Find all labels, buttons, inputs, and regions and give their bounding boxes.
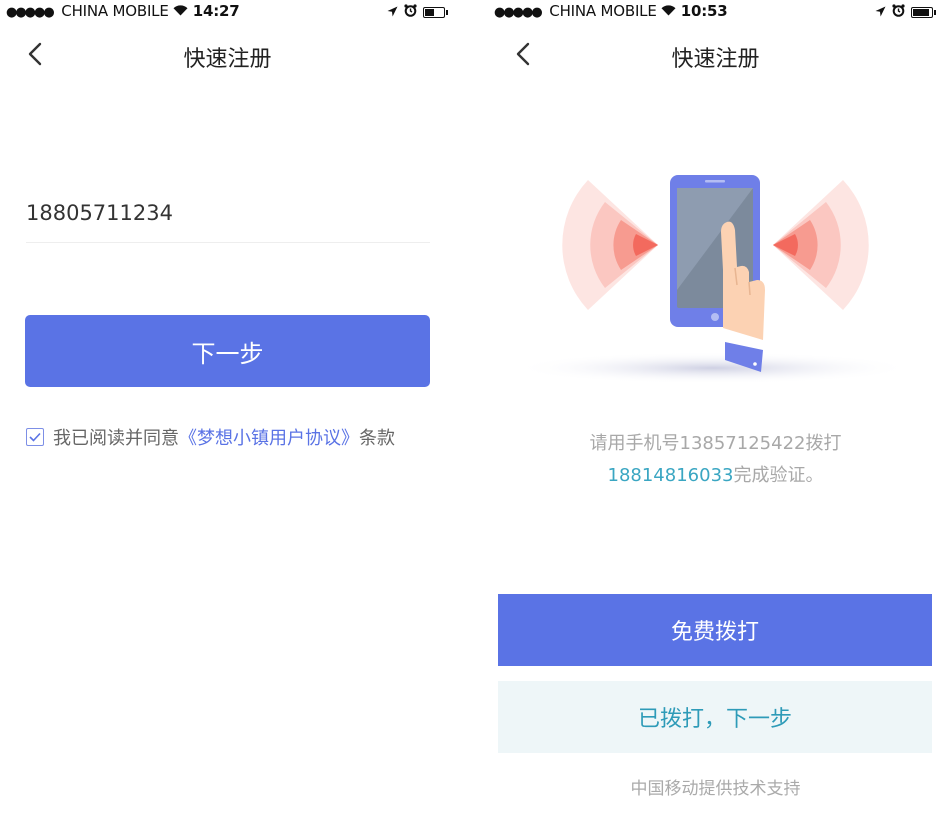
status-time: 10:53 [680,2,728,20]
status-bar: ●●●●● CHINA MOBILE 14:27 [0,0,455,22]
page-title: 快速注册 [183,47,272,72]
register-screen-phone: ●●●●● CHINA MOBILE 14:27 快速注册 1880571123… [0,0,455,816]
phone-number-input[interactable]: 18805711234 [26,185,430,243]
agreement-prefix: 我已阅读并同意 [53,428,179,449]
right-signal-waves-icon [773,180,869,310]
agreement-checkbox[interactable] [26,428,44,446]
status-time: 14:27 [192,2,240,20]
wifi-icon [173,2,193,20]
instruction-line-2: 18814816033完成验证。 [488,460,943,492]
carrier-name: CHINA MOBILE [549,2,657,20]
free-call-button[interactable]: 免费拨打 [498,594,932,666]
verification-phone-number: 18814816033 [607,465,734,486]
checkmark-icon [29,432,41,442]
instruction-suffix: 完成验证。 [733,465,824,486]
register-screen-call-verify: ●●●●● CHINA MOBILE 10:53 快速注册 请用手机号13857… [488,0,943,816]
battery-icon [423,6,448,18]
signal-strength-icon: ●●●●● [494,5,543,20]
agreement-row: 我已阅读并同意 《梦想小镇用户协议》 条款 [26,424,395,450]
signal-strength-icon: ●●●●● [6,5,55,20]
phone-call-illustration [513,150,913,390]
agreement-suffix: 条款 [359,428,395,449]
next-step-button[interactable]: 下一步 [25,315,430,387]
page-title: 快速注册 [671,47,760,72]
location-arrow-icon [875,3,886,21]
alarm-icon [404,3,417,21]
navigation-bar: 快速注册 [0,28,455,88]
instruction-line-1: 请用手机号13857125422拨打 [589,433,842,454]
left-signal-waves-icon [562,180,658,310]
called-next-step-button[interactable]: 已拨打，下一步 [498,681,932,753]
alarm-icon [892,3,905,21]
call-instruction: 请用手机号13857125422拨打 18814816033完成验证。 [488,428,943,492]
carrier-name: CHINA MOBILE [61,2,169,20]
tech-support-note: 中国移动提供技术支持 [630,779,801,799]
battery-icon [911,6,936,18]
location-arrow-icon [387,3,398,21]
user-agreement-link[interactable]: 《梦想小镇用户协议》 [179,424,359,450]
wifi-icon [661,2,681,20]
navigation-bar: 快速注册 [488,28,943,88]
status-bar: ●●●●● CHINA MOBILE 10:53 [488,0,943,22]
